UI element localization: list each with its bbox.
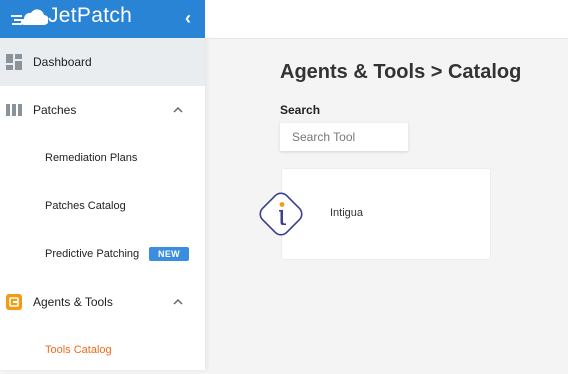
- chevron-up-icon[interactable]: [172, 296, 184, 308]
- cloud-icon: [11, 9, 48, 25]
- tool-name: Intigua: [330, 207, 364, 219]
- intigua-logo: [259, 192, 303, 236]
- sidebar-item-label: Dashboard: [33, 55, 92, 69]
- agents-tools-icon: [6, 294, 22, 310]
- sidebar-item-tools-catalog[interactable]: Tools Catalog: [0, 326, 205, 374]
- sidebar-item-predictive-patching[interactable]: Predictive Patching NEW: [0, 230, 205, 278]
- tool-card-intigua[interactable]: [281, 168, 491, 260]
- sidebar-item-patches[interactable]: Patches: [0, 86, 205, 134]
- brand-name: JetPatch: [48, 4, 133, 27]
- search-label: Search: [280, 103, 321, 117]
- sidebar: JetPatch ‹ Dashboard Patches Remediation…: [0, 0, 205, 370]
- sidebar-item-label: Tools Catalog: [45, 344, 112, 356]
- sidebar-item-label: Agents & Tools: [33, 295, 113, 309]
- sidebar-item-dashboard[interactable]: Dashboard: [0, 38, 205, 86]
- sidebar-item-agents-tools[interactable]: Agents & Tools: [0, 278, 205, 326]
- columns-icon: [6, 104, 22, 116]
- sidebar-item-remediation-plans[interactable]: Remediation Plans: [0, 134, 205, 182]
- sidebar-item-patches-catalog[interactable]: Patches Catalog: [0, 182, 205, 230]
- brand-header: JetPatch ‹: [0, 0, 205, 38]
- sidebar-item-label: Remediation Plans: [45, 152, 138, 164]
- chevron-up-icon[interactable]: [172, 104, 184, 116]
- chevron-left-icon[interactable]: ‹: [185, 8, 191, 29]
- dashboard-grid-icon: [6, 54, 22, 70]
- sidebar-item-label: Predictive Patching: [45, 248, 140, 260]
- top-bar: [205, 0, 568, 39]
- search-input[interactable]: [280, 123, 408, 151]
- page-title: Agents & Tools > Catalog: [280, 61, 522, 83]
- new-badge: NEW: [149, 247, 189, 261]
- sidebar-item-label: Patches: [33, 103, 77, 117]
- sidebar-item-label: Patches Catalog: [45, 200, 126, 212]
